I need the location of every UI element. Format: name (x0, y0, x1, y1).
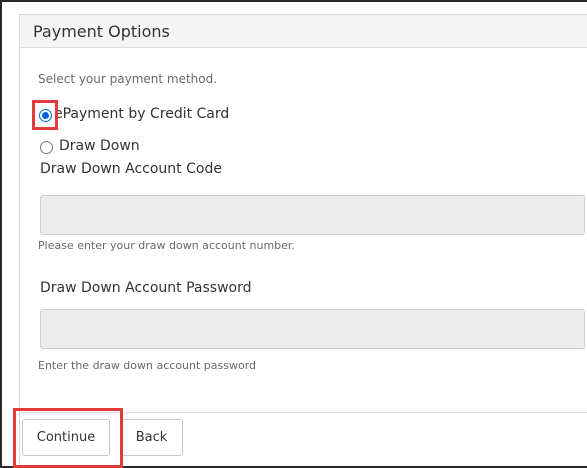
account-code-input[interactable] (40, 195, 585, 235)
account-password-label: Draw Down Account Password (40, 280, 252, 296)
radio-credit-card-label[interactable]: ePayment by Credit Card (54, 106, 229, 122)
panel-title: Payment Options (33, 22, 170, 41)
account-code-label: Draw Down Account Code (40, 161, 222, 177)
payment-options-panel: Payment Options Select your payment meth… (19, 14, 587, 468)
payment-method-instruction: Select your payment method. (38, 72, 218, 86)
account-password-help: Enter the draw down account password (38, 359, 257, 372)
radio-draw-down[interactable] (40, 141, 53, 154)
panel-header: Payment Options (20, 15, 587, 48)
account-code-help: Please enter your draw down account numb… (38, 239, 295, 252)
highlight-continue-button (13, 408, 123, 468)
account-password-input[interactable] (40, 309, 585, 349)
back-button[interactable]: Back (120, 419, 183, 456)
radio-draw-down-label[interactable]: Draw Down (59, 138, 140, 154)
highlight-credit-card-radio (32, 100, 58, 130)
